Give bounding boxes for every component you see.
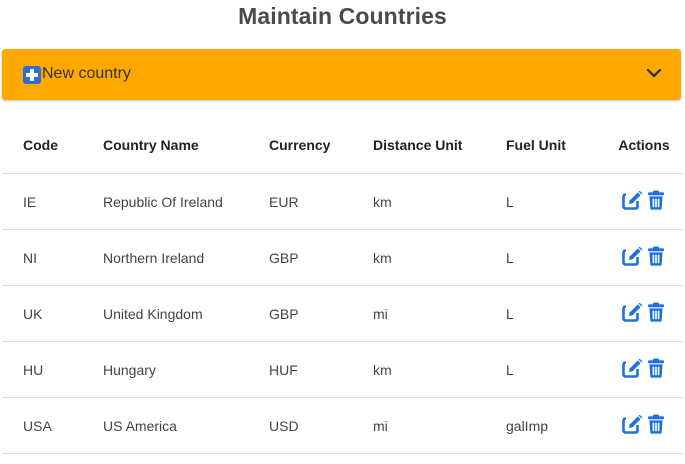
chevron-down-icon[interactable] (644, 65, 664, 81)
table-row: UK United Kingdom GBP mi L (2, 285, 682, 342)
trash-icon[interactable] (646, 302, 666, 322)
cell-code: NI (2, 229, 103, 286)
cell-actions (606, 285, 682, 342)
row-actions (622, 358, 666, 378)
column-header-country-name: Country Name (103, 117, 269, 174)
table-row: USA US America USD mi galImp (2, 397, 682, 454)
row-actions (622, 190, 666, 210)
cell-distance-unit: mi (373, 397, 506, 454)
table-row: HU Hungary HUF km L (2, 341, 682, 398)
table-header-row: Code Country Name Currency Distance Unit… (2, 117, 682, 174)
edit-icon[interactable] (622, 414, 642, 434)
column-header-code: Code (2, 117, 103, 174)
cell-currency: GBP (269, 285, 373, 342)
cell-actions (606, 341, 682, 398)
trash-icon[interactable] (646, 414, 666, 434)
cell-distance-unit: km (373, 341, 506, 398)
new-country-label: New country (42, 65, 131, 82)
trash-icon[interactable] (646, 190, 666, 210)
cell-country-name: Republic Of Ireland (103, 173, 269, 230)
cell-code: HU (2, 341, 103, 398)
table-row: IE Republic Of Ireland EUR km L (2, 173, 682, 230)
cell-fuel-unit: L (506, 341, 606, 398)
trash-icon[interactable] (646, 358, 666, 378)
edit-icon[interactable] (622, 302, 642, 322)
cell-code: UK (2, 285, 103, 342)
cell-country-name: United Kingdom (103, 285, 269, 342)
table-row: NI Northern Ireland GBP km L (2, 229, 682, 286)
cell-distance-unit: km (373, 229, 506, 286)
cell-fuel-unit: L (506, 173, 606, 230)
cell-fuel-unit: galImp (506, 397, 606, 454)
cell-distance-unit: km (373, 173, 506, 230)
cell-distance-unit: mi (373, 285, 506, 342)
maintain-countries-page: Maintain Countries New country Code Coun… (0, 0, 685, 464)
countries-table-body: IE Republic Of Ireland EUR km L NI North… (2, 173, 682, 454)
cell-currency: EUR (269, 173, 373, 230)
cell-country-name: US America (103, 397, 269, 454)
cell-country-name: Northern Ireland (103, 229, 269, 286)
column-header-actions: Actions (606, 117, 682, 174)
countries-table: Code Country Name Currency Distance Unit… (2, 117, 682, 454)
cell-currency: HUF (269, 341, 373, 398)
column-header-fuel-unit: Fuel Unit (506, 117, 606, 174)
page-title: Maintain Countries (238, 3, 447, 29)
edit-icon[interactable] (622, 246, 642, 266)
trash-icon[interactable] (646, 246, 666, 266)
cell-actions (606, 173, 682, 230)
column-header-currency: Currency (269, 117, 373, 174)
cell-actions (606, 229, 682, 286)
column-header-distance-unit: Distance Unit (373, 117, 506, 174)
row-actions (622, 302, 666, 322)
cell-fuel-unit: L (506, 229, 606, 286)
row-actions (622, 414, 666, 434)
cell-currency: GBP (269, 229, 373, 286)
cell-currency: USD (269, 397, 373, 454)
edit-icon[interactable] (622, 190, 642, 210)
edit-icon[interactable] (622, 358, 642, 378)
plus-square-icon (23, 66, 41, 84)
cell-actions (606, 397, 682, 454)
new-country-accordion[interactable]: New country (2, 49, 681, 100)
row-actions (622, 246, 666, 266)
cell-country-name: Hungary (103, 341, 269, 398)
cell-fuel-unit: L (506, 285, 606, 342)
cell-code: IE (2, 173, 103, 230)
cell-code: USA (2, 397, 103, 454)
